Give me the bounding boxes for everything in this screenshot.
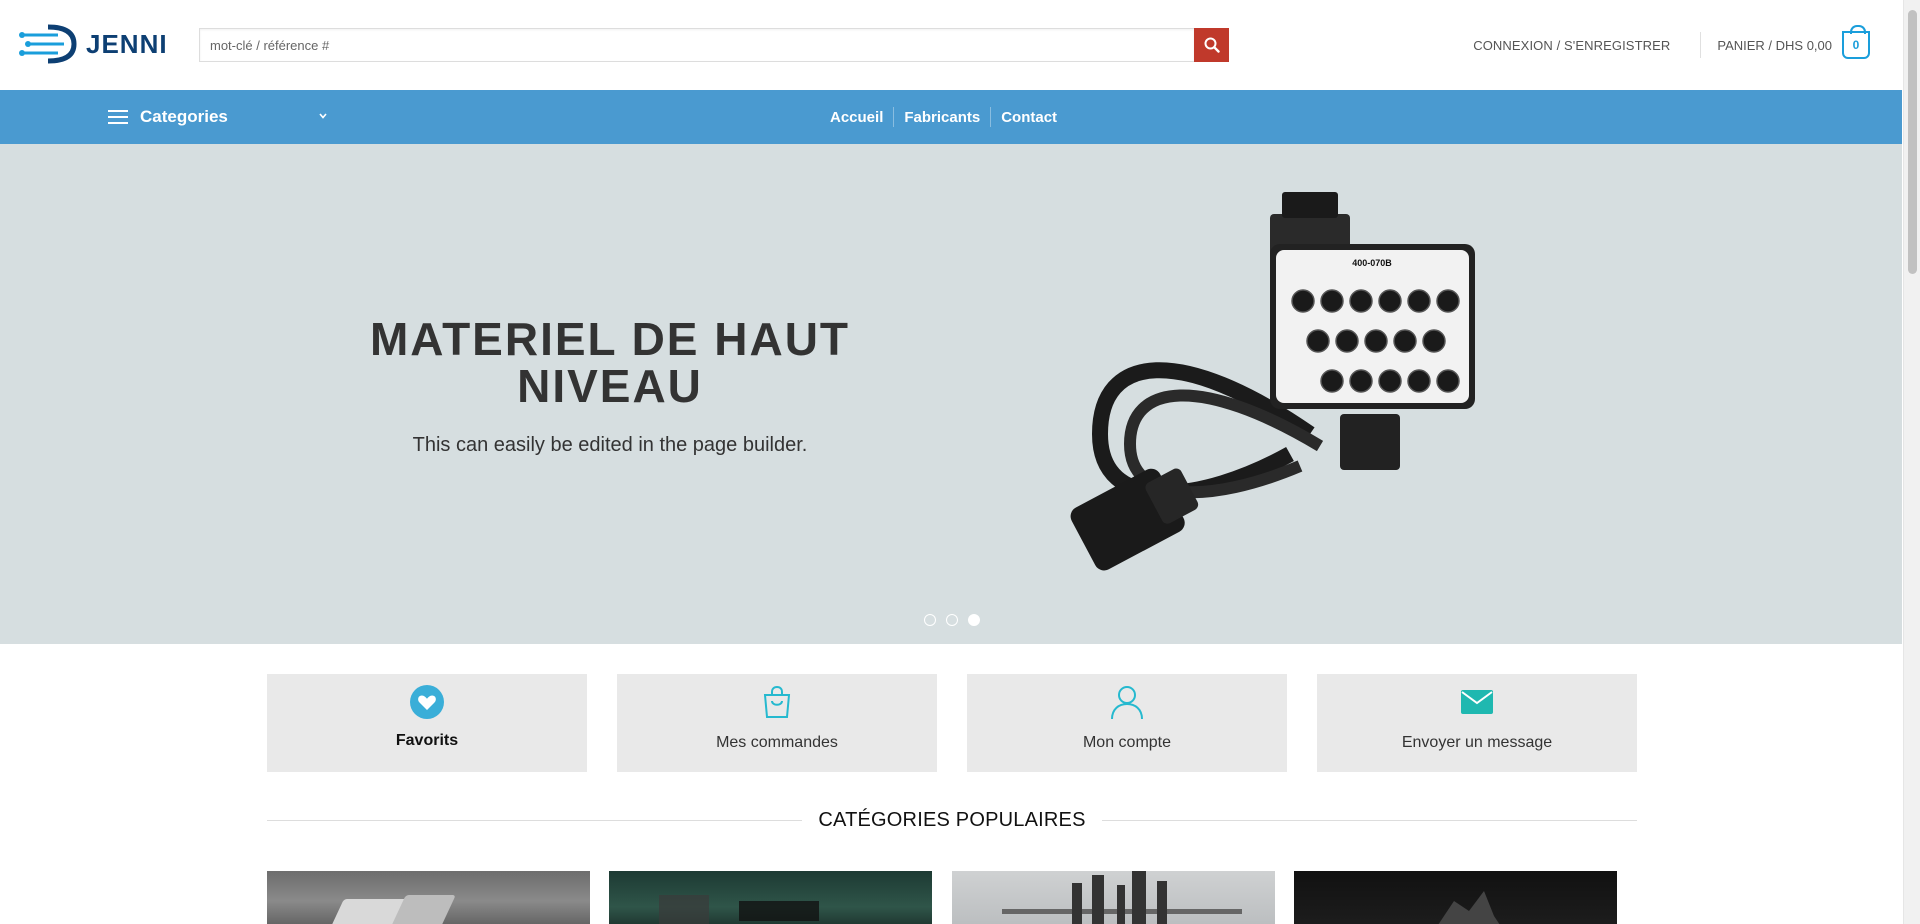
product-panel-label: 400-070B bbox=[1352, 258, 1392, 268]
hero-subtitle: This can easily be edited in the page bu… bbox=[412, 434, 808, 456]
slider-dots bbox=[924, 614, 980, 626]
slider-dot-1[interactable] bbox=[924, 614, 936, 626]
search-button[interactable] bbox=[1194, 28, 1229, 62]
quick-link-favorits[interactable]: Favorits bbox=[267, 674, 587, 772]
nav-link-fabricants[interactable]: Fabricants bbox=[894, 109, 990, 126]
chevron-down-icon bbox=[319, 113, 327, 119]
heading-line-left bbox=[267, 819, 803, 821]
heart-icon bbox=[409, 684, 445, 720]
hero-title: MATERIEL DE HAUT NIVEAU bbox=[369, 313, 851, 412]
slider-dot-3[interactable] bbox=[968, 614, 980, 626]
envelope-icon bbox=[1461, 684, 1493, 720]
section-title: CATÉGORIES POPULAIRES bbox=[818, 808, 1086, 831]
search-input[interactable] bbox=[199, 28, 1194, 62]
category-tile-1[interactable] bbox=[267, 871, 590, 924]
popular-categories-heading: CATÉGORIES POPULAIRES bbox=[267, 808, 1638, 832]
quick-link-mon-compte[interactable]: Mon compte bbox=[967, 674, 1287, 772]
logo-text: JENNI bbox=[86, 28, 168, 59]
shopping-bag-icon bbox=[761, 684, 793, 720]
category-image-4 bbox=[1438, 891, 1500, 924]
category-image-1 bbox=[326, 895, 455, 924]
category-image-3 bbox=[1002, 871, 1242, 924]
nav-link-accueil[interactable]: Accueil bbox=[820, 109, 893, 126]
header-account-area: CONNEXION / S'ENREGISTRER PANIER / DHS 0… bbox=[1473, 25, 1870, 62]
category-tile-4[interactable] bbox=[1294, 871, 1617, 924]
heading-line-right bbox=[1101, 819, 1638, 821]
category-tile-2[interactable] bbox=[609, 871, 932, 924]
quick-link-label: Envoyer un message bbox=[1401, 734, 1553, 751]
logo-mark-icon bbox=[19, 24, 77, 64]
main-nav-bar: Categories Accueil Fabricants Contact bbox=[0, 90, 1902, 144]
login-register-link[interactable]: CONNEXION / S'ENREGISTRER bbox=[1473, 38, 1670, 53]
site-logo[interactable]: JENNI bbox=[18, 20, 168, 68]
categories-label: Categories bbox=[140, 107, 228, 126]
hero-slider[interactable]: MATERIEL DE HAUT NIVEAU This can easily … bbox=[0, 144, 1902, 644]
category-tile-3[interactable] bbox=[952, 871, 1275, 924]
cart-count-badge[interactable]: 0 bbox=[1842, 25, 1870, 59]
category-image-2 bbox=[659, 895, 819, 924]
hero-product-image: 400-070B bbox=[1070, 192, 1475, 571]
quick-link-envoyer-message[interactable]: Envoyer un message bbox=[1317, 674, 1637, 772]
nav-link-contact[interactable]: Contact bbox=[991, 109, 1067, 126]
nav-links: Accueil Fabricants Contact bbox=[820, 90, 1067, 144]
hamburger-menu-icon bbox=[108, 109, 128, 125]
quick-link-label: Mes commandes bbox=[716, 734, 838, 751]
search-icon bbox=[1204, 37, 1220, 53]
quick-link-label: Mon compte bbox=[1082, 734, 1172, 751]
scrollbar-thumb[interactable] bbox=[1908, 10, 1917, 274]
cart-link[interactable]: PANIER / DHS 0,00 bbox=[1717, 38, 1832, 53]
site-header: JENNI CONNEXION / S'ENREGISTRER PANIER /… bbox=[0, 0, 1902, 90]
page-scrollbar[interactable] bbox=[1903, 0, 1920, 924]
categories-dropdown[interactable]: Categories bbox=[108, 90, 328, 144]
quick-link-mes-commandes[interactable]: Mes commandes bbox=[617, 674, 937, 772]
search-form bbox=[199, 28, 1229, 62]
quick-link-label: Favorits bbox=[395, 732, 459, 749]
user-icon bbox=[1109, 684, 1145, 720]
slider-dot-2[interactable] bbox=[946, 614, 958, 626]
header-divider bbox=[1700, 32, 1702, 58]
